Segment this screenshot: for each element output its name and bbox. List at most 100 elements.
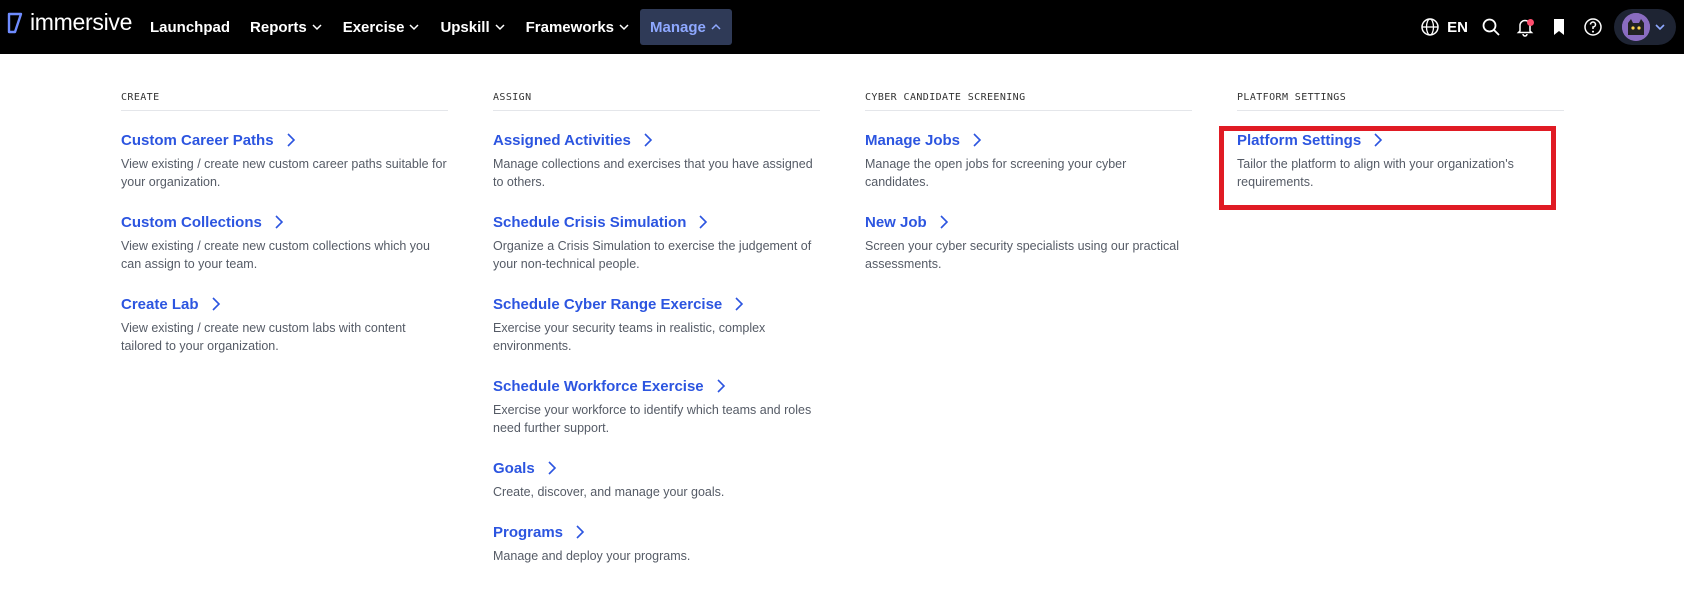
entry-description: Screen your cyber security specialists u… [865,239,1180,271]
chevron-right-icon [735,297,744,311]
nav-label: Upskill [440,18,490,36]
chevron-right-icon [548,461,556,475]
entry-title: Schedule Workforce Exercise [493,377,704,395]
main-nav: Launchpad Reports Exercise Upskill Frame… [140,0,732,54]
custom-collections-link[interactable]: Custom Collections [121,211,448,233]
notifications-button[interactable] [1508,9,1542,45]
menu-entry: New Job Screen your cyber security speci… [865,211,1192,273]
entry-description: View existing / create new custom collec… [121,239,430,271]
highlight-box [1219,126,1556,210]
bookmark-icon [1554,19,1564,35]
search-icon [1482,18,1500,36]
manage-jobs-link[interactable]: Manage Jobs [865,129,1192,151]
schedule-crisis-simulation-link[interactable]: Schedule Crisis Simulation [493,211,820,233]
entry-title: Custom Collections [121,213,262,231]
chevron-right-icon [275,215,283,229]
menu-entry: Programs Manage and deploy your programs… [493,521,820,565]
avatar [1622,13,1650,41]
globe-icon [1421,18,1439,36]
menu-entry: Goals Create, discover, and manage your … [493,457,820,501]
chevron-down-icon [312,24,322,31]
column-heading: ASSIGN [493,92,820,111]
chevron-down-icon [619,24,629,31]
assigned-activities-link[interactable]: Assigned Activities [493,129,820,151]
menu-entry: Create Lab View existing / create new cu… [121,293,448,355]
entry-title: Create Lab [121,295,199,313]
chevron-down-icon [495,24,505,31]
entry-description: Exercise your workforce to identify whic… [493,403,812,435]
search-button[interactable] [1474,9,1508,45]
menu-entry: Assigned Activities Manage collections a… [493,129,820,191]
chevron-right-icon [211,297,220,311]
cat-avatar-icon [1622,13,1650,41]
chevron-right-icon [940,215,948,229]
chevron-down-icon [409,24,419,31]
menu-entry: Manage Jobs Manage the open jobs for scr… [865,129,1192,191]
column-cyber-candidate-screening: CYBER CANDIDATE SCREENING Manage Jobs Ma… [865,92,1192,293]
nav-launchpad[interactable]: Launchpad [140,9,240,45]
create-lab-link[interactable]: Create Lab [121,293,448,315]
nav-exercise[interactable]: Exercise [333,9,431,45]
entry-description: Manage and deploy your programs. [493,549,691,563]
menu-entry: Custom Career Paths View existing / crea… [121,129,448,191]
nav-reports[interactable]: Reports [240,9,333,45]
nav-label: Exercise [342,18,405,36]
schedule-workforce-exercise-link[interactable]: Schedule Workforce Exercise [493,375,820,397]
chevron-right-icon [644,133,652,147]
column-heading: CREATE [121,92,448,111]
column-assign: ASSIGN Assigned Activities Manage collec… [493,92,820,585]
entry-description: Organize a Crisis Simulation to exercise… [493,239,812,271]
nav-label: Reports [250,18,307,36]
language-selector[interactable] [1413,9,1447,45]
menu-entry: Schedule Workforce Exercise Exercise you… [493,375,820,437]
brand-logo[interactable]: immersive [6,9,132,36]
help-button[interactable] [1576,9,1610,45]
column-heading: CYBER CANDIDATE SCREENING [865,92,1192,111]
entry-description: Create, discover, and manage your goals. [493,485,725,499]
new-job-link[interactable]: New Job [865,211,1192,233]
schedule-cyber-range-exercise-link[interactable]: Schedule Cyber Range Exercise [493,293,820,315]
entry-description: View existing / create new custom labs w… [121,321,406,353]
brand-name: immersive [30,9,133,35]
top-navigation-bar: immersive Launchpad Reports Exercise Ups… [0,0,1684,54]
entry-title: Schedule Crisis Simulation [493,213,687,231]
chevron-right-icon [699,215,708,229]
entry-title: Assigned Activities [493,131,631,149]
menu-entry: Schedule Crisis Simulation Organize a Cr… [493,211,820,273]
entry-title: Custom Career Paths [121,131,274,149]
chevron-right-icon [973,133,982,147]
entry-description: Exercise your security teams in realisti… [493,321,766,353]
goals-link[interactable]: Goals [493,457,820,479]
nav-manage[interactable]: Manage [640,9,732,45]
nav-upskill[interactable]: Upskill [430,9,515,45]
immersive-logo-icon [7,12,23,33]
chevron-up-icon [711,23,721,30]
entry-title: Manage Jobs [865,131,961,149]
entry-description: Manage the open jobs for screening your … [865,157,1127,189]
help-icon [1584,18,1602,36]
entry-title: Schedule Cyber Range Exercise [493,295,723,313]
column-create: CREATE Custom Career Paths View existing… [121,92,448,375]
chevron-right-icon [576,525,585,539]
nav-frameworks[interactable]: Frameworks [516,9,640,45]
nav-label: Launchpad [150,18,231,36]
menu-entry: Custom Collections View existing / creat… [121,211,448,273]
user-menu[interactable] [1614,9,1676,45]
entry-title: Programs [493,523,564,541]
entry-description: View existing / create new custom career… [121,157,447,189]
notification-badge [1527,19,1534,26]
entry-description: Manage collections and exercises that yo… [493,157,813,189]
entry-title: Goals [493,459,535,477]
chevron-right-icon [717,379,725,393]
menu-entry: Schedule Cyber Range Exercise Exercise y… [493,293,820,355]
language-label[interactable]: EN [1447,19,1468,36]
programs-link[interactable]: Programs [493,521,820,543]
nav-label: Frameworks [525,18,614,36]
column-heading: PLATFORM SETTINGS [1237,92,1564,111]
entry-title: New Job [865,213,927,231]
chevron-right-icon [286,133,295,147]
custom-career-paths-link[interactable]: Custom Career Paths [121,129,448,151]
toolbar: EN [1413,0,1684,54]
nav-label: Manage [650,18,706,36]
bookmarks-button[interactable] [1542,9,1576,45]
